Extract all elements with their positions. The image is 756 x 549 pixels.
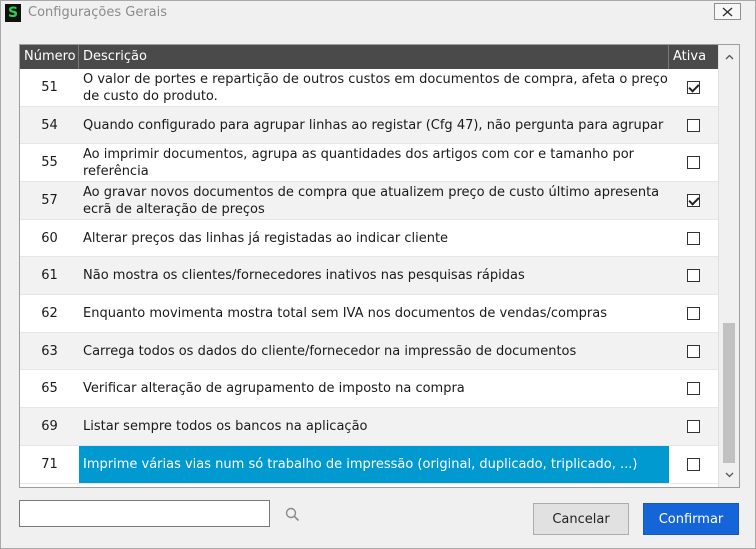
active-checkbox[interactable] — [687, 118, 700, 132]
scroll-up-button[interactable] — [719, 48, 739, 66]
table-row[interactable]: 62 Enquanto movimenta mostra total sem IV… — [20, 295, 718, 333]
row-number: 61 — [41, 268, 58, 283]
row-description: O valor de portes e repartição de outros… — [83, 71, 668, 104]
row-active-cell — [669, 220, 718, 256]
active-checkbox[interactable] — [687, 344, 700, 358]
row-description: Verificar alteração de agrupamento de im… — [83, 381, 465, 396]
settings-dialog: S Configurações Gerais Número Descrição … — [0, 0, 756, 549]
row-description: Não mostra os clientes/fornecedores inat… — [83, 268, 525, 283]
row-number: 57 — [41, 193, 58, 208]
active-checkbox[interactable] — [687, 307, 700, 320]
table-row[interactable]: 71 Imprime várias vias num só trabalho de… — [20, 446, 718, 484]
table-row[interactable]: 61 Não mostra os clientes/fornecedores in… — [20, 257, 718, 295]
table-row[interactable]: 55 Ao imprimir documentos, agrupa as quan… — [20, 144, 718, 182]
title-bar: S Configurações Gerais — [1, 1, 755, 27]
row-number: 69 — [41, 419, 58, 434]
row-description: Alterar preços das linhas já registadas … — [83, 230, 449, 246]
active-checkbox[interactable] — [687, 269, 700, 282]
row-active-cell — [669, 408, 718, 445]
row-number: 63 — [41, 343, 58, 359]
row-active-cell — [669, 333, 718, 369]
table-row[interactable]: 69 Listar sempre todos os bancos na aplic… — [20, 408, 718, 446]
active-checkbox[interactable] — [687, 458, 700, 471]
row-number: 51 — [41, 80, 58, 95]
column-header-descricao[interactable]: Descrição — [79, 45, 669, 69]
row-number: 65 — [41, 381, 58, 396]
active-checkbox[interactable] — [687, 81, 700, 94]
row-description: Enquanto movimenta mostra total sem IVA … — [83, 306, 607, 321]
row-number: 54 — [41, 117, 58, 133]
row-description: Imprime várias vias num só trabalho de i… — [79, 446, 669, 483]
active-checkbox[interactable] — [687, 194, 700, 207]
scroll-thumb[interactable] — [723, 323, 735, 463]
active-checkbox[interactable] — [687, 156, 700, 169]
app-logo-icon: S — [5, 4, 21, 22]
row-active-cell — [669, 69, 718, 106]
row-description: Listar sempre todos os bancos na aplicaç… — [83, 419, 368, 434]
row-description: Quando configurado para agrupar linhas a… — [83, 117, 664, 133]
table-row[interactable]: 57 Ao gravar novos documentos de compra q… — [20, 182, 718, 220]
row-active-cell — [669, 107, 718, 143]
confirm-button[interactable]: Confirmar — [643, 503, 739, 535]
row-active-cell — [669, 295, 718, 332]
table-header: Número Descrição Ativa — [20, 45, 718, 69]
table-row[interactable]: 60 Alterar preços das linhas já registada… — [20, 220, 718, 257]
close-icon — [722, 7, 733, 17]
window-title: Configurações Gerais — [28, 5, 168, 20]
table-row[interactable]: 63 Carrega todos os dados do cliente/forn… — [20, 333, 718, 370]
active-checkbox[interactable] — [687, 382, 700, 395]
chevron-down-icon — [725, 472, 733, 478]
row-active-cell — [669, 257, 718, 294]
table-row[interactable]: 51 O valor de portes e repartição de outr… — [20, 69, 718, 107]
row-active-cell — [669, 446, 718, 483]
row-number: 60 — [41, 230, 58, 246]
search-input[interactable] — [19, 500, 270, 527]
table-row[interactable]: 65 Verificar alteração de agrupamento de … — [20, 370, 718, 408]
row-description: Carrega todos os dados do cliente/fornec… — [83, 343, 577, 359]
column-header-numero[interactable]: Número — [20, 45, 79, 69]
row-description: Ao imprimir documentos, agrupa as quanti… — [83, 146, 635, 179]
table-row[interactable]: 54 Quando configurado para agrupar linhas… — [20, 107, 718, 144]
row-active-cell — [669, 182, 718, 219]
chevron-up-icon — [725, 54, 733, 60]
column-header-ativa[interactable]: Ativa — [669, 45, 718, 69]
row-number: 55 — [41, 155, 58, 170]
row-description: Ao gravar novos documentos de compra que… — [83, 184, 660, 217]
scroll-down-button[interactable] — [719, 466, 739, 484]
active-checkbox[interactable] — [687, 231, 700, 245]
row-number: 62 — [41, 306, 58, 321]
search-icon[interactable] — [285, 507, 300, 522]
row-number: 71 — [41, 457, 58, 472]
cancel-button[interactable]: Cancelar — [533, 503, 629, 535]
row-active-cell — [669, 144, 718, 181]
vertical-scrollbar[interactable] — [718, 45, 739, 487]
active-checkbox[interactable] — [687, 420, 700, 433]
settings-table: Número Descrição Ativa 51 O valor de port… — [19, 44, 740, 488]
close-button[interactable] — [714, 3, 741, 20]
row-active-cell — [669, 370, 718, 407]
